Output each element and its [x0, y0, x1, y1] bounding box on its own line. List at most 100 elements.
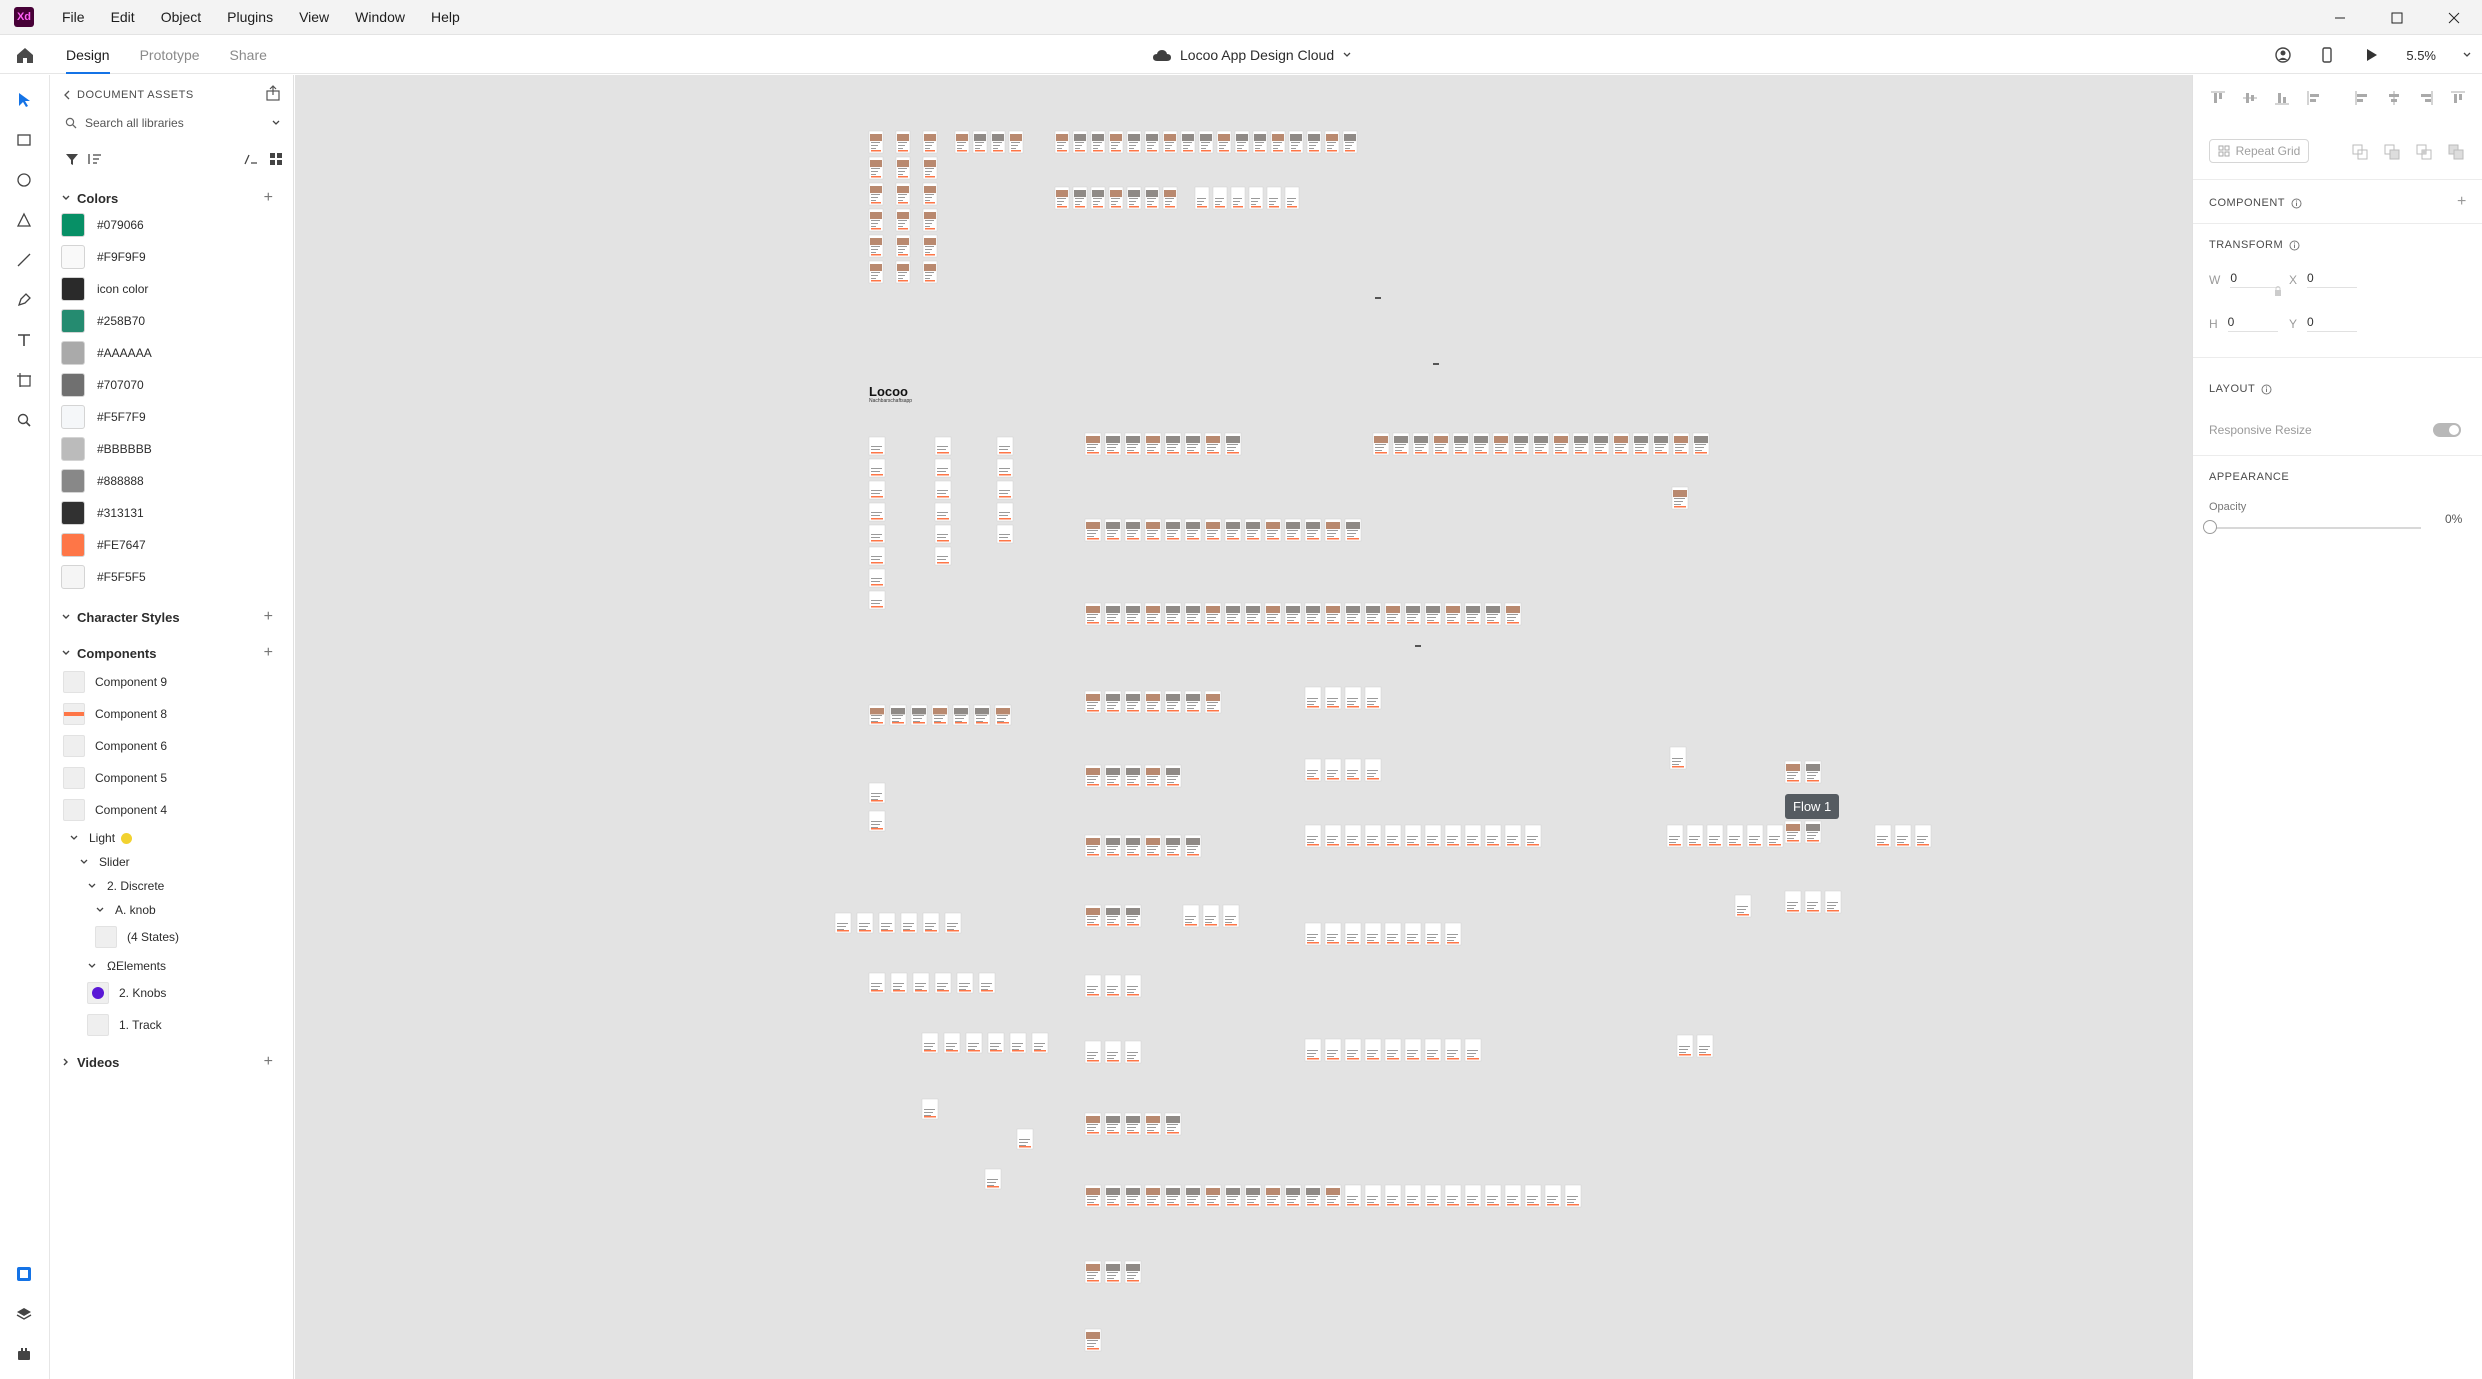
- artboard-thumbnail[interactable]: [1144, 1112, 1162, 1136]
- artboard-thumbnail[interactable]: [1124, 1040, 1142, 1064]
- artboard-thumbnail[interactable]: [1084, 432, 1102, 456]
- artboard-thumbnail[interactable]: [1304, 1184, 1322, 1208]
- artboard-thumbnail[interactable]: [1204, 602, 1222, 626]
- artboard-thumbnail[interactable]: [1084, 1040, 1102, 1064]
- add-component-plus-icon[interactable]: +: [2457, 193, 2466, 211]
- artboard-thumbnail[interactable]: [1104, 764, 1122, 788]
- artboard-thumbnail[interactable]: [922, 260, 938, 284]
- artboard-thumbnail[interactable]: [1424, 824, 1442, 848]
- artboard-thumbnail[interactable]: [934, 972, 952, 994]
- artboard-thumbnail[interactable]: [1766, 824, 1784, 848]
- artboard-thumbnail[interactable]: [1104, 1260, 1122, 1284]
- artboard-thumbnail[interactable]: [868, 568, 886, 588]
- artboard-thumbnail[interactable]: [1676, 1034, 1694, 1058]
- artboard-thumbnail[interactable]: [1224, 1184, 1242, 1208]
- artboard-thumbnail[interactable]: [922, 912, 940, 934]
- menu-plugins[interactable]: Plugins: [227, 9, 273, 25]
- repeat-grid-button[interactable]: Repeat Grid: [2209, 139, 2309, 163]
- artboard-thumbnail[interactable]: [1194, 186, 1210, 210]
- list-view-icon[interactable]: [243, 152, 259, 166]
- artboard-thumbnail[interactable]: [1184, 1184, 1202, 1208]
- artboard-thumbnail[interactable]: [996, 524, 1014, 544]
- artboard-thumbnail[interactable]: [1324, 922, 1342, 946]
- artboard-thumbnail[interactable]: [1124, 1184, 1142, 1208]
- ellipse-tool[interactable]: [13, 169, 35, 191]
- artboard-thumbnail[interactable]: [868, 234, 884, 258]
- artboard-thumbnail[interactable]: [1084, 602, 1102, 626]
- artboard-thumbnail[interactable]: [1180, 130, 1196, 154]
- artboard-thumbnail[interactable]: [1324, 758, 1342, 782]
- artboard-thumbnail[interactable]: [922, 130, 938, 154]
- artboard-thumbnail[interactable]: [1104, 974, 1122, 998]
- color-swatch-row[interactable]: #079066: [61, 211, 287, 239]
- distribute-vertical-icon[interactable]: [2305, 89, 2323, 107]
- color-swatch-row[interactable]: #FE7647: [61, 531, 287, 559]
- tab-design[interactable]: Design: [66, 36, 110, 74]
- artboard-thumbnail[interactable]: [1084, 518, 1102, 542]
- artboard-thumbnail[interactable]: [868, 524, 886, 544]
- artboard-thumbnail[interactable]: [1552, 432, 1570, 456]
- artboard-thumbnail[interactable]: [1734, 894, 1752, 918]
- artboard-thumbnail[interactable]: [1084, 690, 1102, 714]
- artboard-thumbnail[interactable]: [934, 458, 952, 478]
- layers-icon[interactable]: [15, 1305, 33, 1323]
- flow-start-label[interactable]: Flow 1: [1785, 794, 1840, 819]
- artboard-thumbnail[interactable]: [1914, 824, 1932, 848]
- color-swatch[interactable]: [61, 533, 85, 557]
- add-color-icon[interactable]: +: [264, 189, 273, 207]
- opacity-slider-knob[interactable]: [2203, 520, 2217, 534]
- artboard-thumbnail[interactable]: [996, 458, 1014, 478]
- artboard-thumbnail[interactable]: [1104, 904, 1122, 928]
- artboard-thumbnail[interactable]: [1592, 432, 1610, 456]
- artboard-thumbnail[interactable]: [910, 704, 928, 726]
- artboard-thumbnail[interactable]: [1706, 824, 1724, 848]
- artboard-thumbnail[interactable]: [1874, 824, 1892, 848]
- tab-prototype[interactable]: Prototype: [140, 36, 200, 74]
- boolean-intersect-icon[interactable]: [2415, 143, 2433, 161]
- artboard-thumbnail[interactable]: [1264, 1184, 1282, 1208]
- artboard-thumbnail[interactable]: [1126, 186, 1142, 210]
- artboard-thumbnail[interactable]: [1444, 922, 1462, 946]
- artboard-thumbnail[interactable]: [1108, 186, 1124, 210]
- artboard-thumbnail[interactable]: [1164, 690, 1182, 714]
- share-export-icon[interactable]: [265, 85, 281, 101]
- y-value[interactable]: 0: [2307, 315, 2358, 332]
- artboard-thumbnail[interactable]: [889, 704, 907, 726]
- components-section-header[interactable]: Components +: [61, 642, 287, 664]
- artboard-thumbnail[interactable]: [931, 704, 949, 726]
- artboard-thumbnail[interactable]: [1804, 890, 1822, 914]
- artboard-thumbnail[interactable]: [1104, 602, 1122, 626]
- artboard-thumbnail[interactable]: [1144, 518, 1162, 542]
- artboard-thumbnail[interactable]: [1304, 758, 1322, 782]
- align-middle-icon[interactable]: [2241, 89, 2259, 107]
- y-field[interactable]: Y 0: [2289, 315, 2358, 332]
- artboard-thumbnail[interactable]: [1504, 824, 1522, 848]
- artboard-thumbnail[interactable]: [1342, 130, 1358, 154]
- artboard-thumbnail[interactable]: [1124, 432, 1142, 456]
- artboard-thumbnail[interactable]: [1324, 130, 1340, 154]
- artboard-thumbnail[interactable]: [922, 182, 938, 206]
- menu-file[interactable]: File: [62, 9, 85, 25]
- artboard-thumbnail[interactable]: [1444, 602, 1462, 626]
- artboard-thumbnail[interactable]: [1572, 432, 1590, 456]
- color-swatch[interactable]: [61, 373, 85, 397]
- artboard-thumbnail[interactable]: [1124, 834, 1142, 858]
- artboard-thumbnail[interactable]: [1016, 1128, 1034, 1150]
- tree-track[interactable]: 1. Track: [87, 1011, 162, 1039]
- artboard-thumbnail[interactable]: [1392, 432, 1410, 456]
- artboard-thumbnail[interactable]: [1504, 1184, 1522, 1208]
- zoom-level[interactable]: 5.5%: [2406, 48, 2436, 63]
- color-swatch[interactable]: [61, 309, 85, 333]
- artboard-thumbnail[interactable]: [1364, 1038, 1382, 1062]
- chevron-left-icon[interactable]: [63, 90, 71, 100]
- document-assets-icon[interactable]: [15, 1265, 33, 1283]
- artboard-thumbnail[interactable]: [1084, 1184, 1102, 1208]
- artboard-thumbnail[interactable]: [1344, 1184, 1362, 1208]
- add-video-icon[interactable]: +: [264, 1053, 273, 1071]
- artboard-thumbnail[interactable]: [1184, 432, 1202, 456]
- artboard-thumbnail[interactable]: [1204, 432, 1222, 456]
- artboard-thumbnail[interactable]: [1124, 764, 1142, 788]
- align-top-icon[interactable]: [2209, 89, 2227, 107]
- component-item[interactable]: Component 8: [63, 700, 167, 728]
- sort-icon[interactable]: [87, 152, 103, 166]
